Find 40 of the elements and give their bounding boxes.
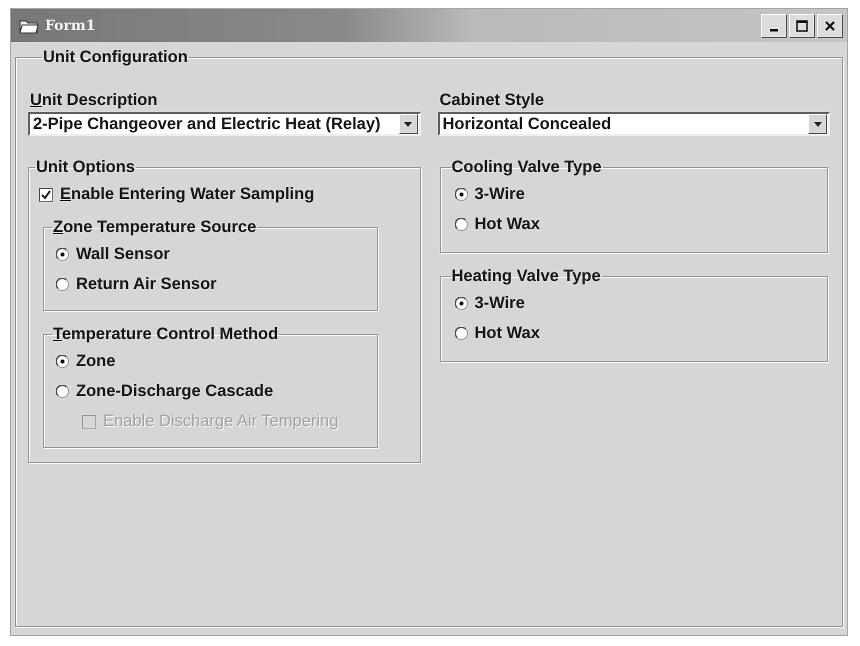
option-label[interactable]: Return Air Sensor <box>76 275 217 294</box>
caret-icon <box>814 122 822 126</box>
dropdown-field[interactable]: 2-Pipe Changeover and Electric Heat (Relay) <box>28 112 420 136</box>
checkbox-label[interactable]: Enable Entering Water Sampling <box>60 185 314 204</box>
radio-button[interactable] <box>56 385 69 398</box>
group-title: Zone Temperature Source <box>52 218 258 237</box>
window-title: Form1 <box>45 18 96 34</box>
option-label[interactable]: Wall Sensor <box>76 245 170 264</box>
group-title: Cooling Valve Type <box>450 158 603 177</box>
option-label[interactable]: Hot Wax <box>474 215 540 234</box>
radio-button[interactable] <box>454 297 468 310</box>
group-title: Heating Valve Type <box>450 267 602 286</box>
minimize-icon <box>770 29 778 32</box>
radio-button[interactable] <box>454 188 468 201</box>
option-label[interactable]: Hot Wax <box>474 324 540 343</box>
maximize-button[interactable] <box>789 14 815 38</box>
checkbox[interactable] <box>39 188 53 202</box>
caret-icon <box>404 122 412 126</box>
group-title: Unit Options <box>35 158 136 177</box>
field-label: Unit Description <box>30 91 158 110</box>
radio-button[interactable] <box>454 218 468 231</box>
maximize-icon <box>795 18 809 32</box>
group-title: Unit Configuration <box>42 48 189 67</box>
option-label[interactable]: Zone-Discharge Cascade <box>76 382 274 401</box>
dropdown-button[interactable] <box>808 114 827 134</box>
folder-icon <box>19 18 39 34</box>
option-label[interactable]: 3-Wire <box>474 294 525 313</box>
close-button[interactable] <box>817 14 843 38</box>
dropdown-field[interactable]: Horizontal Concealed <box>438 112 830 136</box>
minimize-button[interactable] <box>761 14 787 38</box>
option-label[interactable]: Zone <box>76 352 116 371</box>
radio-button[interactable] <box>56 355 69 368</box>
radio-button[interactable] <box>454 327 468 340</box>
close-icon <box>823 18 837 32</box>
dropdown-button[interactable] <box>398 114 418 134</box>
option-label[interactable]: 3-Wire <box>474 185 525 204</box>
field-label: Cabinet Style <box>440 91 544 110</box>
radio-button[interactable] <box>56 248 69 261</box>
radio-button[interactable] <box>56 278 69 291</box>
group-title: Temperature Control Method <box>52 325 280 344</box>
